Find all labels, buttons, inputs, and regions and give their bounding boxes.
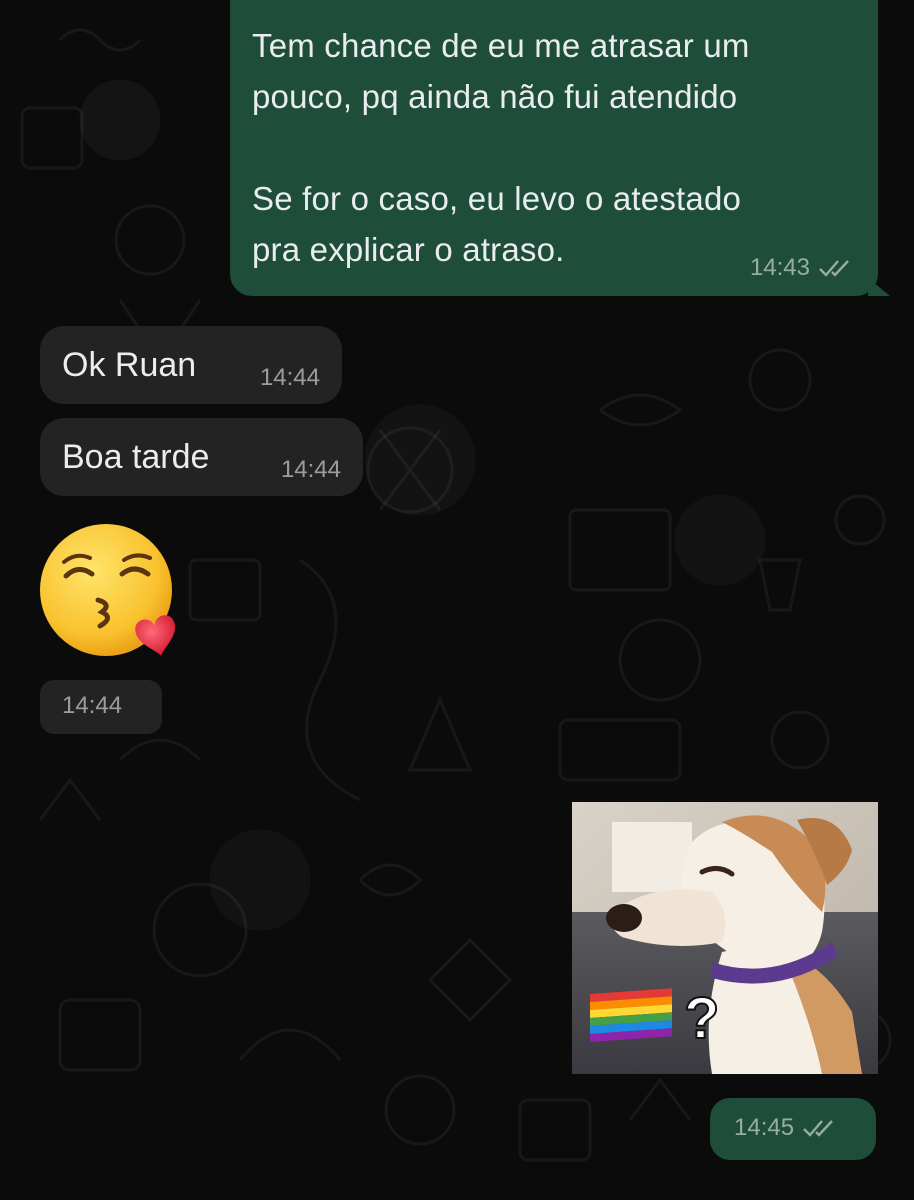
message-time: 14:44 [62, 692, 123, 719]
incoming-message-bubble[interactable]: Ok Ruan 14:44 [40, 326, 342, 404]
message-meta: 14:44 [260, 364, 320, 392]
message-meta: 14:44 [281, 456, 341, 484]
message-time: 14:44 [259, 364, 320, 391]
message-text: Ok Ruan [62, 346, 197, 384]
kissing-heart-emoji-icon[interactable] [38, 522, 180, 660]
bubble-tail [868, 278, 890, 296]
message-time: 14:43 [749, 254, 810, 281]
message-text: Boa tarde [62, 438, 210, 476]
message-text: Tem chance de eu me atrasar um pouco, pq… [252, 27, 750, 268]
message-meta: 14:44 [62, 692, 122, 720]
message-time: 14:44 [280, 456, 341, 483]
sticker-question-mark: ? [684, 986, 719, 1051]
read-checkmarks-icon [803, 1120, 833, 1137]
dog-meme-sticker[interactable]: ? [572, 802, 878, 1074]
emoji-message-meta: 14:44 [40, 680, 162, 734]
incoming-message-bubble[interactable]: Boa tarde 14:44 [40, 418, 363, 496]
message-time: 14:45 [734, 1114, 795, 1141]
outgoing-message-bubble[interactable]: Tem chance de eu me atrasar um pouco, pq… [230, 0, 890, 296]
sticker-message-meta: 14:45 [710, 1098, 876, 1160]
message-meta: 14:43 [750, 254, 852, 282]
chat-area[interactable]: Tem chance de eu me atrasar um pouco, pq… [0, 0, 914, 1200]
read-checkmarks-icon [819, 260, 849, 277]
message-meta: 14:45 [734, 1114, 836, 1142]
